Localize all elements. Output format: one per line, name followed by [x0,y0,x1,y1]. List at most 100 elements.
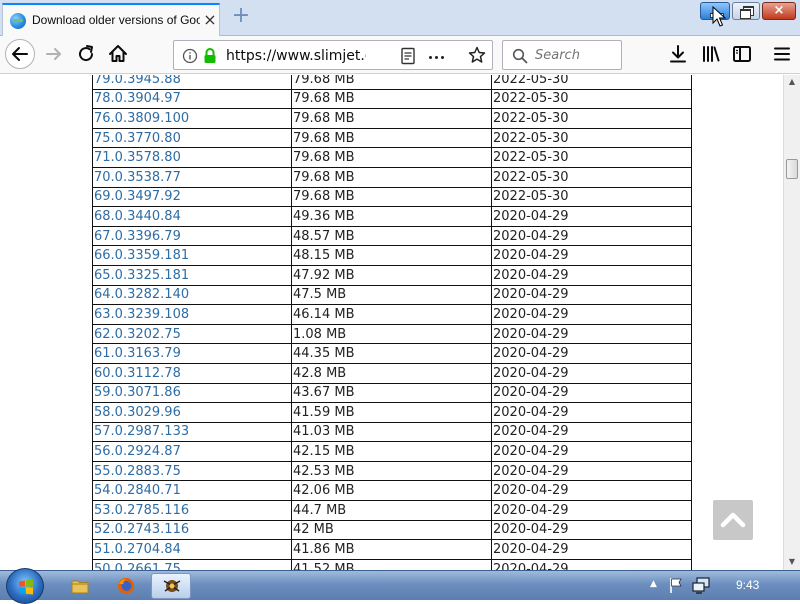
version-link[interactable]: 65.0.3325.181 [92,264,292,286]
start-button[interactable] [6,568,44,604]
table-row: 60.0.3112.78 42.8 MB 2020-04-29 [92,362,692,384]
version-link[interactable]: 50.0.2661.75 [92,558,292,570]
table-row: 58.0.3029.96 41.59 MB 2020-04-29 [92,402,692,423]
version-link[interactable]: 53.0.2785.116 [92,500,292,521]
restore-button[interactable] [732,2,760,20]
version-link[interactable]: 52.0.2743.116 [92,519,292,541]
new-tab-button[interactable]: + [230,5,252,27]
taskbar-explorer[interactable] [60,573,100,599]
taskbar-slimjet[interactable] [151,573,191,599]
table-row: 61.0.3163.79 44.35 MB 2020-04-29 [92,343,692,364]
version-link[interactable]: 68.0.3440.84 [92,206,292,227]
version-link[interactable]: 61.0.3163.79 [92,343,292,364]
search-box[interactable]: Search [502,40,622,70]
size-cell: 79.68 MB [291,88,492,110]
version-link[interactable]: 62.0.3202.75 [92,323,292,345]
size-cell: 79.68 MB [291,75,492,90]
sidebar-icon[interactable] [730,42,754,66]
date-cell: 2020-04-29 [491,264,692,286]
table-row: 62.0.3202.75 1.08 MB 2020-04-29 [92,323,692,345]
table-row: 52.0.2743.116 42 MB 2020-04-29 [92,519,692,541]
size-cell: 47.92 MB [291,264,492,286]
info-icon[interactable] [182,48,198,64]
forward-button[interactable] [42,42,66,66]
version-link[interactable]: 71.0.3578.80 [92,147,292,168]
size-cell: 48.15 MB [291,245,492,266]
version-link[interactable]: 75.0.3770.80 [92,127,292,149]
table-row: 54.0.2840.71 42.06 MB 2020-04-29 [92,480,692,502]
version-link[interactable]: 60.0.3112.78 [92,362,292,384]
bookmark-star-icon[interactable] [468,46,486,64]
version-link[interactable]: 56.0.2924.87 [92,441,292,462]
scroll-to-top-button[interactable] [713,500,753,540]
url-text[interactable]: https://www.slimjet.com [226,48,366,64]
size-cell: 79.68 MB [291,147,492,168]
size-cell: 48.57 MB [291,225,492,247]
date-cell: 2020-04-29 [491,421,692,443]
folder-icon [71,580,89,594]
size-cell: 44.7 MB [291,500,492,521]
version-link[interactable]: 76.0.3809.100 [92,108,292,129]
version-link[interactable]: 54.0.2840.71 [92,480,292,502]
table-row: 68.0.3440.84 49.36 MB 2020-04-29 [92,206,692,227]
taskbar-firefox[interactable] [106,573,146,599]
action-center-flag-icon[interactable] [668,577,684,594]
tab-close-icon[interactable]: × [202,12,218,28]
hamburger-menu-icon[interactable] [770,42,794,66]
size-cell: 41.59 MB [291,402,492,423]
taskbar: ▲ 9:43 [0,568,800,604]
size-cell: 43.67 MB [291,382,492,404]
vertical-scrollbar[interactable]: ▲ ▼ [783,75,800,570]
size-cell: 46.14 MB [291,304,492,325]
close-icon: × [773,3,785,18]
slimjet-icon [163,580,181,592]
version-link[interactable]: 67.0.3396.79 [92,225,292,247]
network-icon[interactable] [692,577,712,595]
home-button[interactable] [106,42,130,66]
back-button[interactable] [5,39,35,69]
version-link[interactable]: 78.0.3904.97 [92,88,292,110]
table-row: 79.0.3945.88 79.68 MB 2022-05-30 [92,75,692,90]
table-row: 65.0.3325.181 47.92 MB 2020-04-29 [92,264,692,286]
version-link[interactable]: 70.0.3538.77 [92,166,292,188]
version-link[interactable]: 57.0.2987.133 [92,421,292,443]
version-link[interactable]: 51.0.2704.84 [92,539,292,560]
mouse-cursor-icon [712,6,726,27]
versions-table-body: 79.0.3945.88 79.68 MB 2022-05-30 78.0.3904.… [92,75,692,570]
reader-view-icon[interactable] [400,47,416,65]
navigation-toolbar: https://www.slimjet.com Search [0,36,800,74]
reload-button[interactable] [74,42,98,66]
library-icon[interactable] [699,42,723,66]
system-tray: ▲ 9:43 [644,571,800,601]
version-link[interactable]: 79.0.3945.88 [92,75,292,90]
scroll-down-arrow-icon[interactable]: ▼ [787,557,797,567]
version-link[interactable]: 55.0.2883.75 [92,460,292,482]
windows-logo-icon [19,579,33,595]
clock[interactable]: 9:43 [736,578,759,592]
date-cell: 2020-04-29 [491,362,692,384]
table-row: 66.0.3359.181 48.15 MB 2020-04-29 [92,245,692,266]
page-actions-icon[interactable] [429,56,432,59]
tray-overflow-icon[interactable]: ▲ [650,579,657,589]
size-cell: 42.8 MB [291,362,492,384]
version-link[interactable]: 69.0.3497.92 [92,186,292,208]
chevron-up-icon [720,512,746,528]
tab-title: Download older versions of Google Chrome [32,13,200,27]
date-cell: 2020-04-29 [491,343,692,364]
downloads-icon[interactable] [666,42,690,66]
firefox-icon [118,578,134,594]
address-bar[interactable]: https://www.slimjet.com [173,40,493,70]
close-window-button[interactable]: × [762,2,796,20]
lock-icon[interactable] [202,47,218,65]
date-cell: 2020-04-29 [491,519,692,541]
version-link[interactable]: 58.0.3029.96 [92,402,292,423]
version-link[interactable]: 63.0.3239.108 [92,304,292,325]
version-link[interactable]: 64.0.3282.140 [92,284,292,306]
table-row: 50.0.2661.75 41.52 MB 2020-04-29 [92,558,692,570]
tab-active[interactable]: Download older versions of Google Chrome… [2,3,220,36]
version-link[interactable]: 66.0.3359.181 [92,245,292,266]
version-link[interactable]: 59.0.3071.86 [92,382,292,404]
scrollbar-thumb[interactable] [786,159,798,179]
scroll-up-arrow-icon[interactable]: ▲ [787,77,797,87]
arrow-left-icon [12,47,28,61]
